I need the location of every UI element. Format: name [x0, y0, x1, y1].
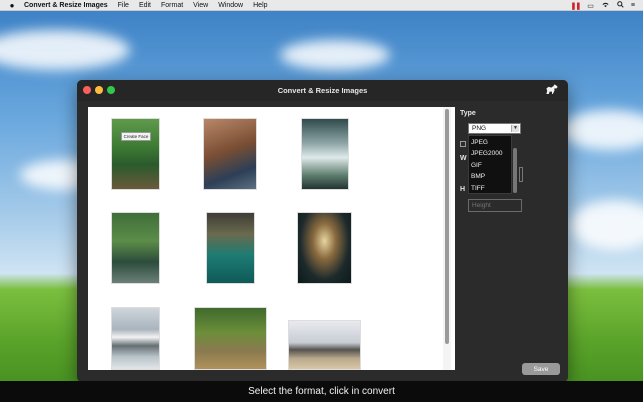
width-stepper[interactable] [519, 167, 523, 182]
format-option-bmp[interactable]: BMP [469, 171, 511, 182]
image-thumbnail[interactable] [111, 212, 160, 284]
close-button[interactable] [83, 86, 91, 94]
menu-app-name[interactable]: Convert & Resize Images [24, 2, 108, 9]
image-thumbnail[interactable]: Create Face [111, 118, 160, 190]
caption-text: Select the format, click in convert [0, 381, 643, 402]
grid-scrollbar-thumb[interactable] [445, 109, 449, 344]
display-icon[interactable]: ▭ [587, 2, 594, 10]
title-bar: Convert & Resize Images [77, 80, 568, 101]
menu-window[interactable]: Window [218, 2, 243, 9]
menu-bar: ● Convert & Resize Images File Edit Form… [0, 0, 643, 11]
window-title: Convert & Resize Images [277, 86, 368, 95]
format-option-tiff[interactable]: TIFF [469, 183, 511, 194]
height-field[interactable] [468, 199, 522, 212]
format-option-jpeg[interactable]: JPEG [469, 137, 511, 148]
format-dropdown-menu: JPEG JPEG2000 GIF BMP TIFF [468, 135, 512, 194]
image-thumbnail[interactable] [194, 307, 267, 370]
image-thumbnail[interactable] [288, 320, 361, 370]
format-option-jpeg2000[interactable]: JPEG2000 [469, 148, 511, 159]
menu-view[interactable]: View [193, 2, 208, 9]
height-label: H [460, 186, 466, 193]
list-icon[interactable]: ≡ [631, 2, 635, 9]
format-select-value: PNG [472, 125, 487, 132]
status-area: ❚❚ ▭ ≡ [571, 0, 635, 11]
image-thumbnail[interactable] [206, 212, 255, 284]
menu-help[interactable]: Help [253, 2, 267, 9]
menu-file[interactable]: File [118, 2, 129, 9]
menu-edit[interactable]: Edit [139, 2, 151, 9]
maximize-button[interactable] [107, 86, 115, 94]
width-label: W [460, 155, 467, 162]
cloud [280, 40, 390, 70]
thumbnail-overlay-label[interactable]: Create Face [121, 132, 151, 141]
image-thumbnail[interactable] [203, 118, 257, 190]
type-label: Type [460, 110, 476, 117]
wifi-icon[interactable] [601, 1, 610, 10]
format-option-gif[interactable]: GIF [469, 160, 511, 171]
menu-format[interactable]: Format [161, 2, 183, 9]
search-icon[interactable] [617, 1, 624, 10]
save-button[interactable]: Save [522, 363, 560, 375]
minimize-button[interactable] [95, 86, 103, 94]
horse-logo-icon [546, 84, 558, 94]
image-thumbnail[interactable] [301, 118, 349, 190]
image-thumbnail[interactable] [297, 212, 352, 284]
cloud [570, 200, 643, 250]
format-select[interactable]: PNG ▼ [468, 123, 521, 134]
image-thumbnail[interactable] [111, 307, 160, 370]
chevron-down-icon[interactable]: ▼ [511, 125, 519, 132]
image-grid[interactable]: Create Face [88, 107, 455, 370]
pause-bars-icon[interactable]: ❚❚ [571, 2, 582, 10]
checkbox[interactable] [460, 141, 466, 147]
cloud [0, 30, 130, 70]
apple-icon[interactable]: ● [8, 1, 16, 10]
app-window: Convert & Resize Images Create Face Type… [77, 80, 568, 382]
cloud [560, 110, 643, 150]
dropdown-scrollbar[interactable] [513, 148, 517, 193]
grid-scrollbar[interactable] [443, 107, 451, 370]
